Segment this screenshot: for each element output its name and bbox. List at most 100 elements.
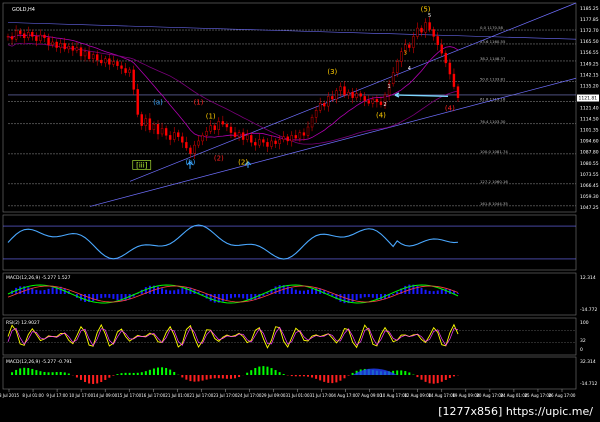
y-tick-label: 0	[580, 347, 583, 353]
price-tick-label: 1177.85	[580, 17, 599, 23]
macd-histogram-bar	[282, 374, 285, 375]
macd-histogram-bar	[116, 374, 119, 375]
macd-bar	[108, 294, 111, 298]
macd-histogram-bar	[339, 375, 342, 381]
candle-body	[140, 114, 143, 126]
candle-body	[408, 44, 411, 48]
candle-body	[278, 139, 281, 144]
candle-body	[83, 51, 87, 57]
macd-histogram-bar	[428, 375, 431, 384]
candle-body	[310, 117, 314, 128]
candle-body	[35, 36, 38, 41]
macd-bar	[31, 288, 34, 294]
candle-body	[367, 100, 371, 104]
macd-bar	[307, 289, 309, 294]
macd-histogram-bar	[278, 372, 281, 375]
macd-bar	[27, 287, 30, 294]
macd-bar	[404, 285, 407, 294]
macd-histogram-bar	[266, 366, 269, 375]
macd-histogram-bar	[315, 375, 318, 379]
candle-body	[448, 62, 452, 75]
candle-body	[371, 98, 375, 104]
macd-histogram-bar	[173, 371, 176, 375]
candle-body	[331, 96, 334, 100]
macd-histogram-bar	[254, 368, 257, 375]
macd-histogram-bar	[444, 375, 447, 380]
price-tick-label: 1094.60	[580, 139, 599, 145]
candle-body	[335, 90, 338, 100]
macd-bar	[432, 291, 435, 294]
macd-histogram-bar	[140, 372, 143, 375]
macd-histogram-bar	[440, 375, 443, 382]
price-tick-label: 1066.45	[580, 183, 599, 189]
candle-body	[318, 103, 322, 111]
candle-body	[189, 147, 192, 154]
macd-histogram-bar	[197, 375, 200, 382]
macd-histogram-bar	[213, 375, 216, 379]
candle-body	[148, 118, 152, 130]
macd-bar	[371, 294, 374, 298]
macd-bar	[161, 288, 164, 294]
candle-body	[314, 110, 318, 118]
candle-body	[258, 139, 261, 146]
candle-body	[282, 136, 285, 140]
macd-histogram-bar	[161, 367, 164, 375]
macd-bar	[457, 293, 459, 294]
macd-bar	[396, 291, 399, 294]
macd-histogram-bar	[250, 370, 253, 375]
y-tick-label: 32.314	[580, 359, 596, 365]
macd-bar	[331, 294, 334, 296]
macd-bar	[246, 294, 249, 300]
macd-bar	[173, 290, 176, 294]
candle-body	[355, 93, 358, 98]
candle-body	[132, 69, 135, 90]
x-tick-label: 21 Jul 17:00	[189, 393, 213, 398]
candle-body	[233, 132, 237, 137]
macd-bar	[47, 288, 50, 294]
macd-bar	[234, 294, 237, 298]
macd-histogram-bar	[165, 367, 168, 375]
macd-bar	[339, 294, 342, 302]
candle-body	[416, 27, 419, 37]
macd-bar	[43, 289, 46, 294]
y-tick-label: -14.772	[580, 307, 598, 313]
macd-histogram-bar	[424, 375, 427, 382]
macd-bar	[181, 288, 184, 294]
trading-chart[interactable]: 1185.25 1177.85 1172.70 1165.50 1156.55 1149.…	[0, 0, 600, 422]
candle-body	[31, 32, 34, 37]
panel-title: RSI(2) 12.9027	[6, 320, 40, 326]
macd-bar	[238, 294, 241, 298]
macd-bar	[51, 287, 54, 294]
price-tick-label: 1149.25	[580, 61, 599, 67]
candle-body	[87, 51, 91, 59]
macd-histogram-bar	[229, 375, 232, 379]
candle-body	[302, 132, 306, 136]
candle-body	[67, 45, 71, 50]
candle-body	[193, 144, 196, 154]
macd-bar	[116, 294, 119, 301]
macd-histogram-bar	[225, 375, 228, 379]
x-tick-label: 24 Jul 17:00	[237, 393, 261, 398]
macd-histogram-bar	[132, 372, 135, 375]
macd-bar	[298, 290, 301, 294]
x-tick-label: 9 Jul 17:00	[46, 393, 68, 398]
macd-bar	[39, 290, 42, 294]
macd-histogram-bar	[120, 373, 123, 375]
macd-histogram-bar	[274, 370, 277, 375]
wave-label: (4)	[376, 111, 386, 119]
wave-label: (1)	[194, 99, 204, 107]
candle-body	[116, 61, 119, 66]
candle-body	[379, 101, 383, 105]
fib-level-label: 50.0 1133.81	[480, 76, 506, 81]
price-tick-label: 1073.55	[580, 172, 599, 178]
candle-body	[432, 29, 435, 37]
macd-histogram-bar	[63, 372, 66, 375]
wave-label: [iii]	[136, 161, 148, 169]
macd-bar	[343, 294, 346, 304]
candle-body	[241, 132, 245, 140]
candle-body	[14, 30, 18, 40]
candle-body	[173, 132, 176, 140]
candle-body	[250, 135, 253, 143]
macd-histogram-bar	[11, 372, 14, 375]
macd-histogram-bar	[128, 372, 131, 375]
